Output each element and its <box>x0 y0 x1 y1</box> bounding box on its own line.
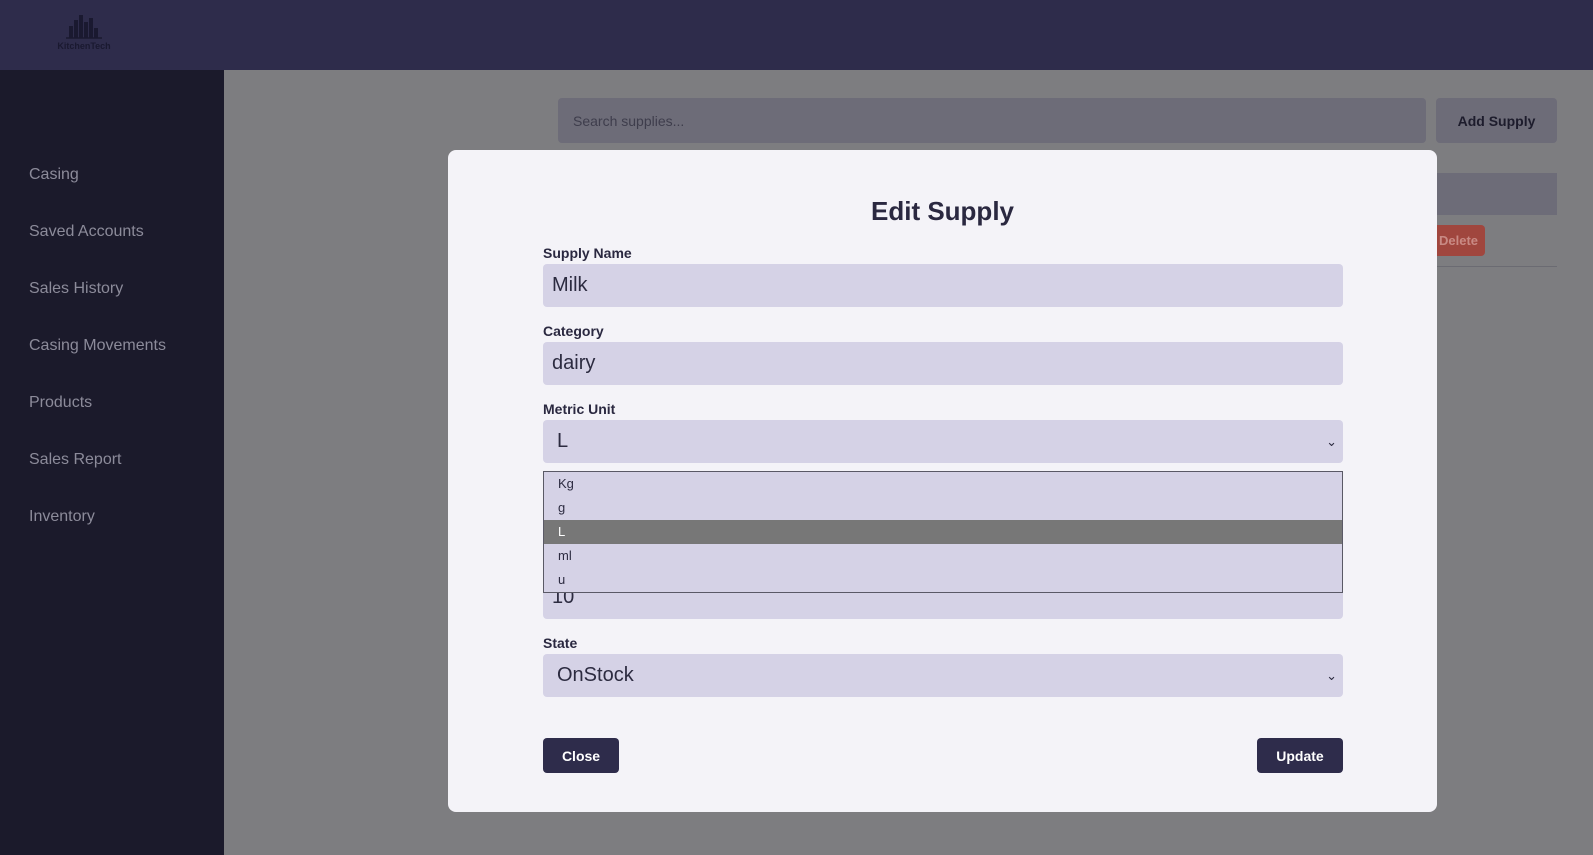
edit-supply-modal: Edit Supply Supply Name Milk Category da… <box>448 150 1437 812</box>
metric-unit-option-kg[interactable]: Kg <box>544 472 1342 496</box>
chevron-down-icon: ⌄ <box>1326 668 1337 683</box>
close-button[interactable]: Close <box>543 738 619 773</box>
supply-name-label: Supply Name <box>543 245 632 261</box>
sidebar-item-sales-history[interactable]: Sales History <box>29 280 123 298</box>
search-input[interactable] <box>558 98 1426 143</box>
modal-title: Edit Supply <box>871 196 1014 226</box>
update-button[interactable]: Update <box>1257 738 1343 773</box>
chevron-down-icon: ⌄ <box>1326 434 1337 449</box>
metric-unit-option-ml[interactable]: ml <box>544 544 1342 568</box>
sidebar-item-casing-movements[interactable]: Casing Movements <box>29 337 166 355</box>
metric-unit-select[interactable]: L ⌄ <box>543 420 1343 463</box>
metric-unit-option-g[interactable]: g <box>544 496 1342 520</box>
state-select[interactable]: OnStock ⌄ <box>543 654 1343 697</box>
metric-unit-value: L <box>557 430 569 452</box>
metric-unit-dropdown: Kg g L ml u <box>543 471 1343 593</box>
sidebar-item-saved-accounts[interactable]: Saved Accounts <box>29 223 144 241</box>
sidebar-item-sales-report[interactable]: Sales Report <box>29 451 122 469</box>
top-bar: KitchenTech <box>0 0 1593 70</box>
add-supply-button[interactable]: Add Supply <box>1436 98 1557 143</box>
metric-unit-label: Metric Unit <box>543 401 616 417</box>
logo[interactable]: KitchenTech <box>52 12 116 58</box>
logo-text: KitchenTech <box>57 41 111 51</box>
category-label: Category <box>543 323 604 339</box>
metric-unit-option-l[interactable]: L <box>544 520 1342 544</box>
sidebar-item-casing[interactable]: Casing <box>29 166 79 184</box>
state-value: OnStock <box>557 664 634 686</box>
supply-name-input[interactable]: Milk <box>543 264 1343 307</box>
city-skyline-icon <box>66 15 102 39</box>
category-input[interactable]: dairy <box>543 342 1343 385</box>
sidebar: Casing Saved Accounts Sales History Casi… <box>0 70 224 855</box>
sidebar-item-inventory[interactable]: Inventory <box>29 508 95 526</box>
table-header <box>1424 173 1557 215</box>
metric-unit-option-u[interactable]: u <box>544 568 1342 592</box>
sidebar-item-products[interactable]: Products <box>29 394 92 412</box>
state-label: State <box>543 635 578 651</box>
